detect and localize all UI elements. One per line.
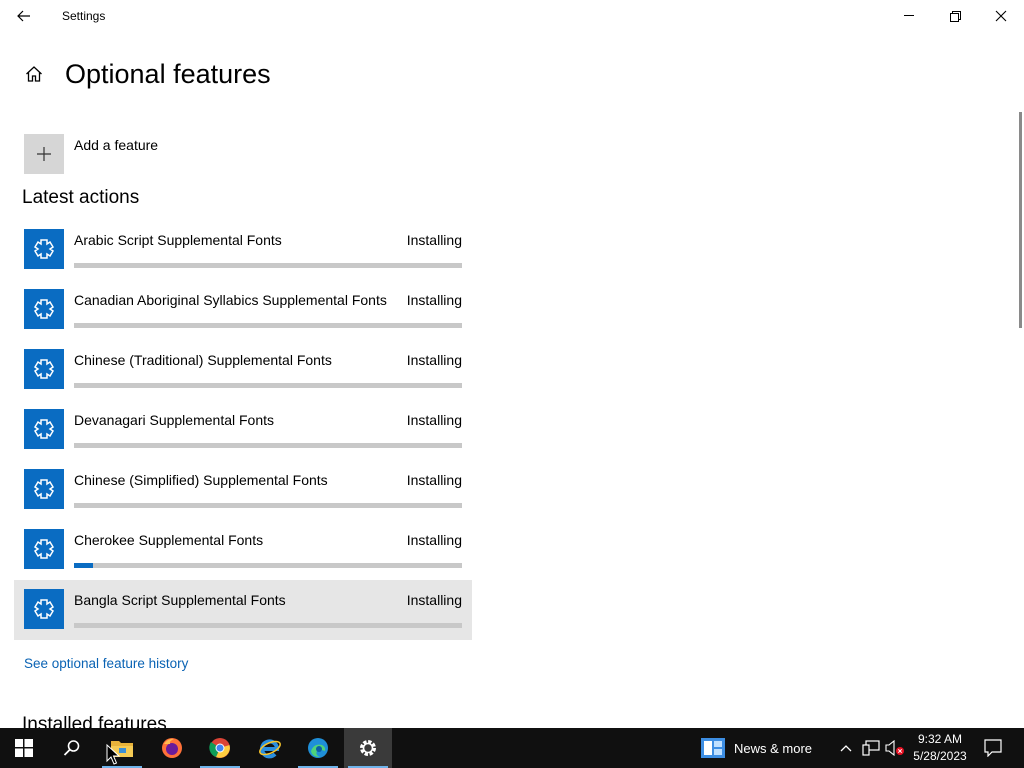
puzzle-gear-icon bbox=[33, 419, 55, 439]
show-hidden-icons-button[interactable] bbox=[836, 728, 856, 768]
page-header: Optional features bbox=[24, 56, 271, 92]
network-button[interactable] bbox=[860, 728, 882, 768]
volume-button[interactable] bbox=[884, 728, 906, 768]
feature-status: Installing bbox=[406, 292, 462, 308]
system-clock[interactable]: 9:32 AM 5/28/2023 bbox=[904, 731, 976, 765]
feature-status: Installing bbox=[406, 352, 462, 368]
latest-actions-list: Arabic Script Supplemental Fonts Install… bbox=[14, 220, 472, 640]
feature-name: Cherokee Supplemental Fonts bbox=[74, 532, 264, 548]
settings-taskbar-button[interactable] bbox=[344, 728, 392, 768]
close-button[interactable] bbox=[978, 0, 1024, 32]
plus-icon bbox=[37, 147, 51, 161]
puzzle-gear-icon bbox=[33, 239, 55, 259]
chevron-up-icon bbox=[840, 745, 852, 752]
list-item[interactable]: Devanagari Supplemental Fonts Installing bbox=[14, 400, 472, 460]
feature-tile bbox=[24, 469, 64, 509]
add-feature-button[interactable]: Add a feature bbox=[24, 134, 158, 174]
search-icon bbox=[63, 740, 80, 756]
puzzle-gear-icon bbox=[33, 299, 55, 319]
feature-tile bbox=[24, 529, 64, 569]
add-feature-label: Add a feature bbox=[74, 137, 159, 153]
list-item[interactable]: Bangla Script Supplemental Fonts Install… bbox=[14, 580, 472, 640]
feature-status: Installing bbox=[406, 472, 462, 488]
action-center-button[interactable] bbox=[978, 728, 1008, 768]
list-item[interactable]: Cherokee Supplemental Fonts Installing bbox=[14, 520, 472, 580]
progress-bar bbox=[74, 323, 462, 328]
arrow-left-icon bbox=[17, 10, 30, 22]
search-button[interactable] bbox=[48, 728, 96, 768]
news-widget[interactable]: News & more bbox=[700, 728, 812, 768]
notification-icon bbox=[984, 739, 1002, 757]
puzzle-gear-icon bbox=[33, 539, 55, 559]
close-icon bbox=[995, 10, 1007, 22]
feature-name: Chinese (Simplified) Supplemental Fonts bbox=[74, 472, 328, 488]
puzzle-gear-icon bbox=[33, 359, 55, 379]
firefox-button[interactable] bbox=[148, 728, 196, 768]
internet-explorer-button[interactable] bbox=[246, 728, 294, 768]
news-icon bbox=[701, 738, 725, 758]
list-item[interactable]: Canadian Aboriginal Syllabics Supplement… bbox=[14, 280, 472, 340]
home-icon bbox=[26, 66, 42, 82]
network-icon bbox=[862, 740, 880, 756]
feature-tile bbox=[24, 349, 64, 389]
page-title: Optional features bbox=[65, 59, 271, 89]
mouse-cursor-icon bbox=[106, 744, 120, 765]
scrollbar[interactable] bbox=[1019, 112, 1022, 328]
restore-icon bbox=[949, 10, 961, 22]
progress-bar bbox=[74, 563, 462, 568]
start-button[interactable] bbox=[0, 728, 48, 768]
progress-bar bbox=[74, 623, 462, 628]
progress-bar bbox=[74, 383, 462, 388]
list-item[interactable]: Chinese (Simplified) Supplemental Fonts … bbox=[14, 460, 472, 520]
progress-fill bbox=[74, 563, 94, 568]
feature-name: Devanagari Supplemental Fonts bbox=[74, 412, 275, 428]
internet-explorer-icon bbox=[259, 739, 281, 759]
edge-button[interactable] bbox=[294, 728, 342, 768]
feature-tile bbox=[24, 589, 64, 629]
add-feature-tile bbox=[24, 134, 64, 174]
restore-button[interactable] bbox=[932, 0, 978, 32]
progress-bar bbox=[74, 263, 462, 268]
list-item[interactable]: Arabic Script Supplemental Fonts Install… bbox=[14, 220, 472, 280]
windows-logo-icon bbox=[15, 739, 33, 757]
puzzle-gear-icon bbox=[33, 599, 55, 619]
clock-date: 5/28/2023 bbox=[913, 749, 967, 763]
gear-icon bbox=[360, 740, 376, 756]
feature-name: Chinese (Traditional) Supplemental Fonts bbox=[74, 352, 332, 368]
feature-tile bbox=[24, 289, 64, 329]
news-label: News & more bbox=[734, 740, 813, 756]
list-item[interactable]: Chinese (Traditional) Supplemental Fonts… bbox=[14, 340, 472, 400]
title-bar: Settings bbox=[0, 0, 1024, 32]
latest-actions-heading: Latest actions bbox=[22, 187, 140, 208]
feature-status: Installing bbox=[406, 592, 462, 608]
feature-tile bbox=[24, 409, 64, 449]
feature-status: Installing bbox=[406, 412, 462, 428]
minimize-icon bbox=[903, 15, 914, 16]
chrome-icon bbox=[209, 738, 230, 758]
progress-bar bbox=[74, 503, 462, 508]
feature-name: Bangla Script Supplemental Fonts bbox=[74, 592, 286, 608]
puzzle-gear-icon bbox=[33, 479, 55, 499]
feature-name: Arabic Script Supplemental Fonts bbox=[74, 232, 282, 248]
window-title: Settings bbox=[62, 9, 106, 23]
edge-icon bbox=[308, 738, 328, 758]
progress-bar bbox=[74, 443, 462, 448]
feature-history-link[interactable]: See optional feature history bbox=[24, 656, 188, 671]
feature-name: Canadian Aboriginal Syllabics Supplement… bbox=[74, 292, 387, 308]
minimize-button[interactable] bbox=[886, 0, 932, 32]
firefox-icon bbox=[162, 738, 182, 758]
feature-status: Installing bbox=[406, 532, 462, 548]
clock-time: 9:32 AM bbox=[917, 732, 963, 746]
home-button[interactable] bbox=[24, 64, 44, 84]
feature-tile bbox=[24, 229, 64, 269]
speaker-muted-icon bbox=[885, 740, 904, 756]
feature-status: Installing bbox=[406, 232, 462, 248]
taskbar: News & more 9:32 AM 5/28/2023 bbox=[0, 728, 1024, 768]
chrome-button[interactable] bbox=[196, 728, 244, 768]
back-button[interactable] bbox=[8, 0, 40, 32]
